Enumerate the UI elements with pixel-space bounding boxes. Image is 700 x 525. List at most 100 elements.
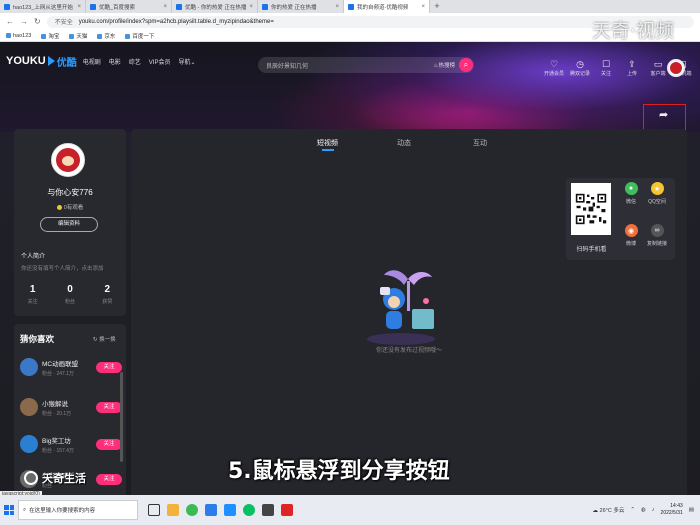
close-tab-icon[interactable]: × xyxy=(77,4,81,10)
uploader-avatar[interactable] xyxy=(20,398,38,416)
network-icon[interactable]: ◍ xyxy=(641,507,646,513)
user-avatar[interactable] xyxy=(667,59,685,77)
follow-button[interactable]: 关注 xyxy=(96,473,122,485)
wechat-app-icon[interactable] xyxy=(243,504,255,516)
edge-icon[interactable] xyxy=(205,504,217,516)
tab-favicon-icon xyxy=(90,3,96,10)
logo-text: YOUKU xyxy=(6,55,46,67)
avatar-image xyxy=(56,148,80,172)
follow-button[interactable]: 关注 xyxy=(96,401,122,413)
browser-tab-active[interactable]: 我的自频道-优酷视频 × xyxy=(344,0,430,13)
youku-logo[interactable]: YOUKU 优酷 xyxy=(6,54,77,69)
recommend-scrollbar[interactable] xyxy=(120,372,123,462)
uploader-name[interactable]: Big奖工坊 xyxy=(42,435,74,445)
logo-play-icon xyxy=(47,56,55,66)
list-item[interactable]: Big奖工坊 粉丝 · 157.4万 关注 xyxy=(20,432,122,456)
new-tab-button[interactable]: + xyxy=(430,0,444,13)
bookmark-label: 京东 xyxy=(104,33,116,40)
nav-item-more[interactable]: 导航⌄ xyxy=(178,57,195,66)
uploader-name[interactable]: 小猴解说 xyxy=(42,398,71,408)
list-item[interactable]: 小猴解说 粉丝 · 20.1万 关注 xyxy=(20,395,122,419)
stat-fans[interactable]: 0 粉丝 xyxy=(51,284,88,305)
clock[interactable]: 14:43 2022/5/31 xyxy=(661,503,683,517)
history-button[interactable]: ◷ 腾双记录 xyxy=(570,59,590,77)
bookmark-item[interactable]: 京东 xyxy=(97,32,115,40)
bookmark-label: 天猫 xyxy=(76,33,88,40)
search-icon: ⌕ xyxy=(463,60,469,69)
stat-likes[interactable]: 2 获赞 xyxy=(89,284,126,305)
vip-button[interactable]: ♡ 开通会员 xyxy=(544,59,564,77)
back-icon[interactable]: ← xyxy=(6,17,14,26)
hot-search-link[interactable]: ♨热搜榜 xyxy=(434,61,455,69)
chevron-up-icon[interactable]: ⌃ xyxy=(630,507,635,513)
follow-button[interactable]: ☐ 关注 xyxy=(596,59,616,77)
empty-state-text: 你还没有发布过视频哦～ xyxy=(375,348,442,354)
weather-widget[interactable]: ☁ 26°C 多云 xyxy=(593,506,625,514)
uploader-fans: 粉丝 · 247.1万 xyxy=(42,370,74,377)
browser-tab[interactable]: 你的热爱 正在热播 × xyxy=(258,0,344,13)
nav-item[interactable]: 电视剧 xyxy=(83,57,101,66)
reload-icon[interactable]: ↻ xyxy=(34,17,41,26)
avatar-image xyxy=(670,62,682,74)
refresh-button[interactable]: ↻ 换一换 xyxy=(93,335,116,343)
close-tab-icon[interactable]: × xyxy=(335,4,339,10)
stat-following[interactable]: 1 关注 xyxy=(14,284,51,305)
security-indicator: 不安全 xyxy=(54,20,73,26)
follow-button[interactable]: 关注 xyxy=(96,438,122,450)
bookmark-item[interactable]: 天猫 xyxy=(69,32,87,40)
browser-tab[interactable]: 优酷 - 你的热爱 正在热播 × xyxy=(172,0,258,13)
chrome-icon[interactable] xyxy=(186,504,198,516)
nav-item[interactable]: 电影 xyxy=(109,57,121,66)
windows-icon xyxy=(4,505,14,515)
share-qzone[interactable]: ★ QQ空间 xyxy=(645,182,669,205)
file-explorer-icon[interactable] xyxy=(167,504,179,516)
browser-tab[interactable]: hao123_上网从这里开始 × xyxy=(0,0,86,13)
task-view-icon[interactable] xyxy=(148,504,160,516)
browser-tab[interactable]: 优酷_百度搜索 × xyxy=(86,0,172,13)
taskbar-search[interactable]: ⌕ 在这里输入你要搜索的内容 xyxy=(18,500,138,520)
recommend-title: 猜你喜欢 xyxy=(20,334,55,344)
tab-activity[interactable]: 动态 xyxy=(397,138,411,148)
list-item[interactable]: MC动画联盟 粉丝 · 247.1万 关注 xyxy=(20,355,122,379)
profile-avatar[interactable] xyxy=(51,143,85,177)
tab-interaction[interactable]: 互动 xyxy=(473,138,487,148)
bookmark-item[interactable]: hao123 xyxy=(6,33,31,39)
client-button[interactable]: ▭ 客户端 xyxy=(648,59,668,77)
close-tab-icon[interactable]: × xyxy=(249,4,253,10)
close-tab-icon[interactable]: × xyxy=(163,4,167,10)
upload-button[interactable]: ⇪ 上传 xyxy=(622,59,642,77)
search-button[interactable]: ⌕ xyxy=(459,58,473,72)
uploader-name[interactable]: MC动画联盟 xyxy=(42,358,78,368)
store-icon[interactable] xyxy=(224,504,236,516)
follow-button[interactable]: 关注 xyxy=(96,361,122,373)
nav-item[interactable]: 综艺 xyxy=(129,57,141,66)
share-icon[interactable]: ➦ xyxy=(659,108,673,122)
nav-item[interactable]: VIP会员 xyxy=(149,57,171,66)
share-wechat[interactable]: ● 微信 xyxy=(619,182,643,205)
notification-icon[interactable]: ▤ xyxy=(689,507,694,513)
app-icon[interactable] xyxy=(262,504,274,516)
tab-label: 优酷 - 你的热爱 正在热播 xyxy=(185,4,247,11)
url-text: youku.com/profile/index?spm=a2hcb.playsi… xyxy=(78,18,274,25)
volume-icon[interactable]: ♪ xyxy=(652,507,655,513)
tab-short-videos[interactable]: 短视频 xyxy=(317,138,338,151)
qr-label: 扫码手机看 xyxy=(576,247,607,253)
client-icon: ▭ xyxy=(653,59,663,69)
intro-text[interactable]: 你还没有填写个人简介，点击添加 xyxy=(21,264,104,272)
search-bar[interactable]: 良辰好景知几何 ♨热搜榜 ⌕ xyxy=(258,57,474,73)
start-button[interactable] xyxy=(0,495,18,525)
close-tab-icon[interactable]: × xyxy=(421,4,425,10)
uploader-avatar[interactable] xyxy=(20,435,38,453)
search-input[interactable]: 良辰好景知几何 xyxy=(266,61,308,70)
share-label: 复制链接 xyxy=(646,241,667,247)
share-copy-link[interactable]: ∞ 复制链接 xyxy=(645,224,669,247)
bookmark-item[interactable]: 百度一下 xyxy=(125,32,154,40)
taskbar-search-placeholder: 在这里输入你要搜索的内容 xyxy=(29,508,96,514)
share-weibo[interactable]: ◉ 微博 xyxy=(619,224,643,247)
forward-icon[interactable]: → xyxy=(20,17,28,26)
edit-profile-button[interactable]: 编辑资料 xyxy=(40,217,98,232)
tutorial-caption: 5.鼠标悬浮到分享按钮 xyxy=(228,459,450,484)
bookmark-item[interactable]: 淘宝 xyxy=(41,32,59,40)
uploader-avatar[interactable] xyxy=(20,358,38,376)
wps-icon[interactable] xyxy=(281,504,293,516)
